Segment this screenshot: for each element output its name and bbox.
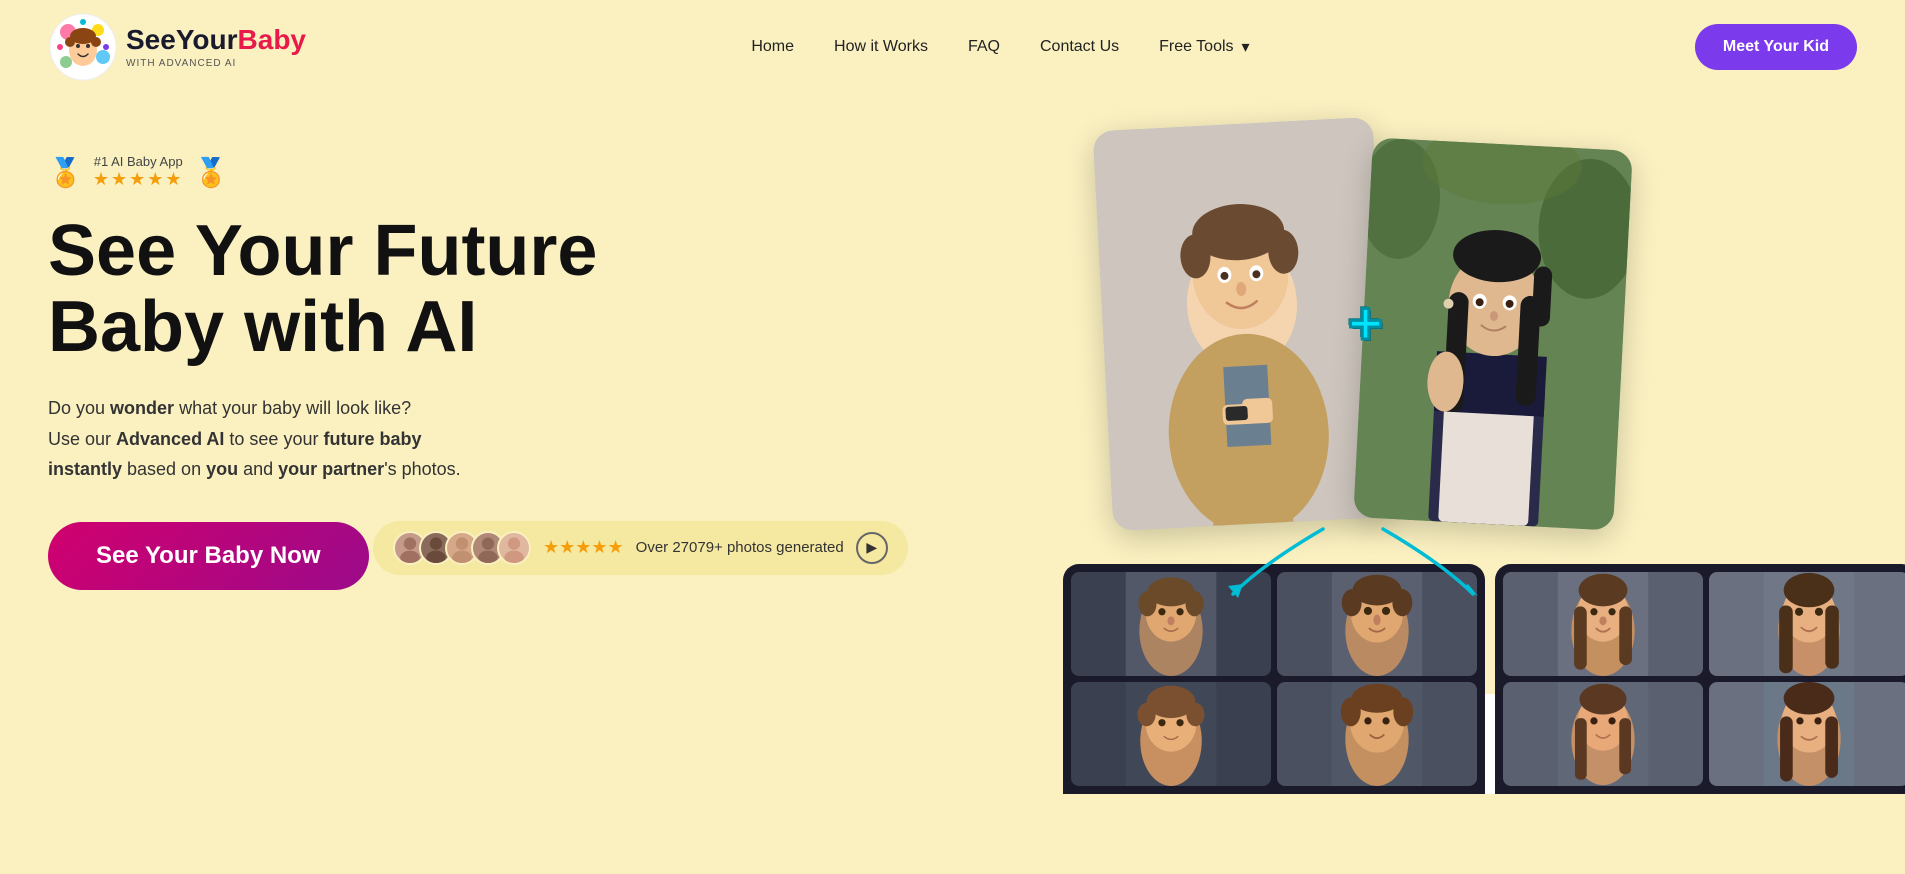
avatar-5: [497, 531, 531, 565]
partner-text: your partner: [278, 459, 384, 479]
photos-composition: +: [1043, 114, 1857, 794]
meet-your-kid-button[interactable]: Meet Your Kid: [1695, 24, 1857, 70]
photo-card-woman: [1353, 137, 1633, 530]
heading-line1: See Your Future: [48, 211, 597, 291]
you-text: you: [206, 459, 238, 479]
plus-combine-icon: +: [1348, 289, 1383, 358]
avatar-group: [393, 531, 531, 565]
laurel-right-icon: 🏅: [194, 156, 229, 189]
logo-text-container: SeeYourBaby WITH ADVANCED AI: [126, 25, 306, 69]
see-your-baby-button[interactable]: See Your Baby Now: [48, 522, 369, 590]
hero-heading: See Your Future Baby with AI: [48, 214, 1043, 365]
hero-content-left: 🏅 #1 AI Baby App ★★★★★ 🏅 See Your Future…: [48, 114, 1043, 618]
advanced-ai-text: Advanced AI: [116, 429, 224, 449]
proof-stars: ★★★★★: [543, 537, 624, 558]
navigation: SeeYourBaby WITH ADVANCED AI Home How it…: [0, 0, 1905, 94]
nav-contact[interactable]: Contact Us: [1040, 38, 1119, 56]
baby-boy-3: [1071, 682, 1271, 786]
badge-stars: ★★★★★: [93, 169, 184, 190]
nav-how-it-works[interactable]: How it Works: [834, 38, 928, 56]
logo[interactable]: SeeYourBaby WITH ADVANCED AI: [48, 12, 306, 82]
woman-photo: [1353, 137, 1633, 530]
logo-icon: [48, 12, 118, 82]
nav-how-it-works-link[interactable]: How it Works: [834, 38, 928, 55]
social-proof-bar: ★★★★★ Over 27079+ photos generated ▶: [373, 521, 908, 575]
nav-free-tools[interactable]: Free Tools: [1159, 37, 1249, 57]
badge-container: 🏅 #1 AI Baby App ★★★★★ 🏅: [48, 154, 1043, 190]
nav-faq-link[interactable]: FAQ: [968, 38, 1000, 55]
nav-free-tools-link[interactable]: Free Tools: [1159, 37, 1249, 57]
laurel-left-icon: 🏅: [48, 156, 83, 189]
hero-section: 🏅 #1 AI Baby App ★★★★★ 🏅 See Your Future…: [0, 94, 1905, 874]
logo-see: See: [126, 24, 176, 55]
nav-contact-link[interactable]: Contact Us: [1040, 38, 1119, 55]
badge-text: #1 AI Baby App ★★★★★: [93, 154, 184, 190]
combine-arrows: [1143, 524, 1563, 604]
baby-girl-4: [1709, 682, 1905, 786]
nav-links: Home How it Works FAQ Contact Us Free To…: [751, 37, 1249, 57]
baby-boy-4: [1277, 682, 1477, 786]
badge-label: #1 AI Baby App: [94, 154, 183, 169]
hero-visual-right: +: [1043, 114, 1857, 794]
hero-description: Do you wonder what your baby will look l…: [48, 393, 608, 485]
nav-home-link[interactable]: Home: [751, 38, 794, 55]
chevron-down-icon: [1238, 37, 1250, 57]
proof-play-button[interactable]: ▶: [856, 532, 888, 564]
proof-text: Over 27079+ photos generated: [636, 539, 844, 556]
baby-girl-3: [1503, 682, 1703, 786]
logo-baby: Baby: [238, 24, 306, 55]
baby-girl-2: [1709, 572, 1905, 676]
logo-your: Your: [176, 24, 238, 55]
nav-home[interactable]: Home: [751, 38, 794, 56]
nav-faq[interactable]: FAQ: [968, 38, 1000, 56]
logo-sub: WITH ADVANCED AI: [126, 58, 306, 69]
wonder-text: wonder: [110, 398, 174, 418]
heading-line2: Baby with AI: [48, 287, 477, 367]
